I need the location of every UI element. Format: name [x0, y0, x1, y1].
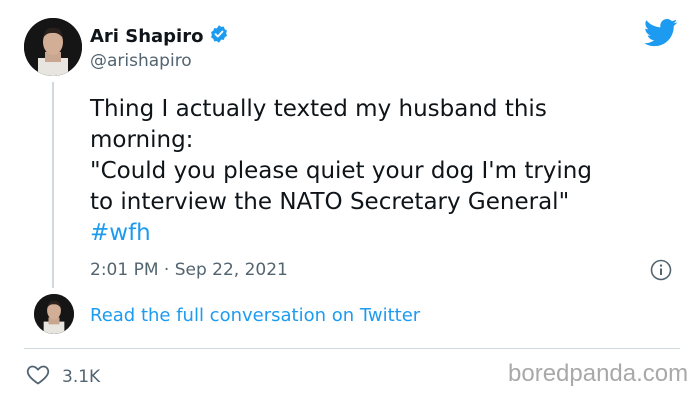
tweet-text-line: "Could you please quiet your dog I'm try…	[90, 158, 592, 184]
author-avatar[interactable]	[24, 18, 82, 76]
author-name[interactable]: Ari Shapiro	[90, 24, 229, 49]
meta-separator: ·	[163, 260, 170, 280]
tweet-text-line: morning:	[90, 127, 194, 153]
twitter-bird-icon[interactable]	[643, 18, 678, 48]
tweet-text: Thing I actually texted my husband this …	[90, 94, 680, 249]
like-count: 3.1K	[62, 366, 101, 387]
divider	[24, 348, 680, 349]
like-button[interactable]: 3.1K	[26, 363, 100, 390]
verified-badge-icon	[209, 24, 229, 49]
author-avatar-small[interactable]	[34, 294, 74, 334]
author-display-name[interactable]: Ari Shapiro	[90, 26, 203, 47]
heart-icon[interactable]	[26, 363, 50, 390]
tweet-timestamp[interactable]: 2:01 PM · Sep 22, 2021	[90, 260, 288, 280]
tweet-text-line: to interview the NATO Secretary General"	[90, 189, 570, 215]
read-conversation-link[interactable]: Read the full conversation on Twitter	[90, 305, 420, 326]
author-handle[interactable]: @arishapiro	[90, 51, 192, 71]
tweet-date[interactable]: Sep 22, 2021	[175, 260, 288, 280]
tweet-time[interactable]: 2:01 PM	[90, 260, 159, 280]
hashtag-link[interactable]: #wfh	[90, 218, 680, 249]
thread-connector-line	[52, 82, 54, 288]
tweet-text-line: Thing I actually texted my husband this	[90, 96, 547, 122]
watermark: boredpanda.com	[508, 360, 689, 387]
info-icon[interactable]	[650, 259, 672, 281]
